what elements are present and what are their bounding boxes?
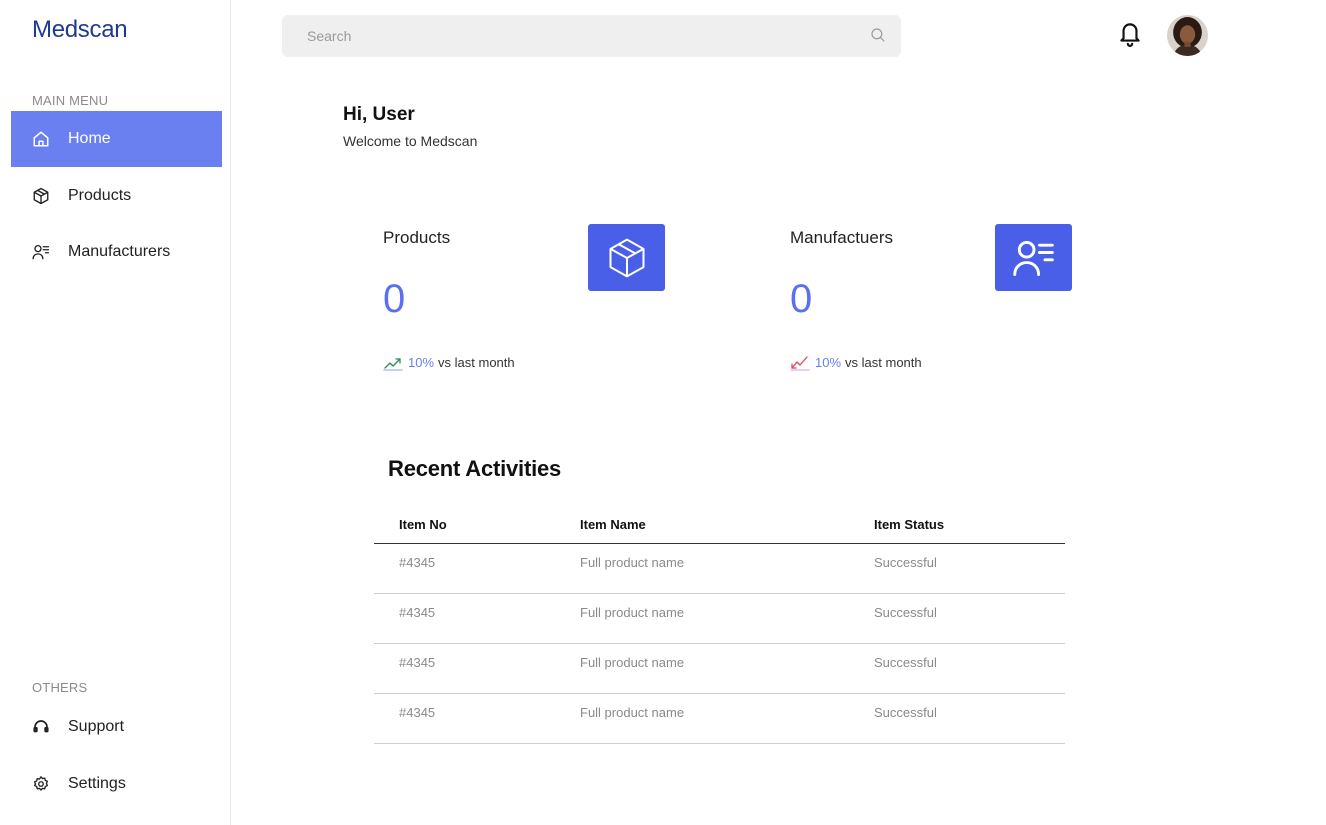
manufacturers-stat-value: 0: [790, 277, 813, 321]
others-heading: OTHERS: [32, 680, 88, 695]
item-no-cell: #4345: [399, 655, 436, 670]
recent-activities-title: Recent Activities: [388, 456, 562, 481]
trend-down-icon: [790, 352, 810, 372]
box-icon: [608, 238, 645, 277]
search-input[interactable]: [307, 28, 847, 44]
sidebar: Medscan MAIN MENU Home Products Manufact…: [0, 0, 231, 825]
trend-text: vs last month: [845, 354, 922, 370]
item-status-cell: Successful: [874, 605, 937, 620]
main-menu-heading: MAIN MENU: [32, 93, 109, 108]
item-status-cell: Successful: [874, 705, 937, 720]
table-row[interactable]: #4345 Full product name Successful: [374, 544, 1065, 594]
column-header-item-status: Item Status: [874, 516, 945, 532]
sidebar-item-label: Support: [68, 718, 125, 735]
box-icon: [32, 187, 50, 205]
products-trend: 10% vs last month: [383, 352, 515, 372]
greeting-title: Hi, User: [343, 104, 415, 125]
user-list-icon: [32, 243, 50, 261]
table-row[interactable]: #4345 Full product name Successful: [374, 594, 1065, 644]
app-logo[interactable]: Medscan: [32, 16, 128, 44]
item-name-cell: Full product name: [580, 655, 685, 670]
products-stat-tile: [588, 224, 665, 291]
table-row[interactable]: #4345 Full product name Successful: [374, 694, 1065, 744]
bell-icon[interactable]: [1117, 19, 1143, 47]
item-no-cell: #4345: [399, 555, 436, 570]
sidebar-item-products[interactable]: Products: [11, 168, 222, 224]
products-stat-label: Products: [383, 228, 451, 247]
sidebar-item-label: Settings: [68, 775, 126, 792]
user-avatar[interactable]: [1167, 15, 1208, 56]
search-icon[interactable]: [869, 26, 887, 44]
table-header: Item No Item Name Item Status: [374, 505, 1065, 544]
recent-activities-table: Item No Item Name Item Status #4345 Full…: [374, 505, 1065, 744]
headset-icon: [32, 718, 50, 736]
sidebar-item-support[interactable]: Support: [11, 699, 222, 755]
trend-percent: 10%: [408, 354, 435, 370]
manufacturers-trend: 10% vs last month: [790, 352, 922, 372]
home-icon: [32, 130, 50, 148]
manufacturers-stat-label: Manufactuers: [790, 228, 893, 247]
sidebar-item-label: Manufacturers: [68, 243, 171, 260]
sidebar-item-manufacturers[interactable]: Manufacturers: [11, 224, 222, 280]
item-name-cell: Full product name: [580, 705, 685, 720]
trend-percent: 10%: [815, 354, 842, 370]
sidebar-item-home[interactable]: Home: [11, 111, 222, 167]
table-row[interactable]: #4345 Full product name Successful: [374, 644, 1065, 694]
item-name-cell: Full product name: [580, 555, 685, 570]
search-bar: [282, 15, 901, 57]
sidebar-item-settings[interactable]: Settings: [11, 756, 222, 812]
products-stat-value: 0: [383, 277, 406, 321]
item-no-cell: #4345: [399, 605, 436, 620]
gear-icon: [32, 775, 50, 793]
trend-text: vs last month: [438, 354, 515, 370]
item-status-cell: Successful: [874, 555, 937, 570]
column-header-item-no: Item No: [399, 516, 447, 532]
item-no-cell: #4345: [399, 705, 436, 720]
item-status-cell: Successful: [874, 655, 937, 670]
sidebar-item-label: Home: [68, 130, 111, 147]
greeting-subtitle: Welcome to Medscan: [343, 133, 478, 149]
user-list-icon: [1012, 240, 1054, 276]
manufacturers-stat-tile: [995, 224, 1072, 291]
column-header-item-name: Item Name: [580, 516, 646, 532]
trend-up-icon: [383, 352, 403, 372]
item-name-cell: Full product name: [580, 605, 685, 620]
sidebar-item-label: Products: [68, 187, 132, 204]
